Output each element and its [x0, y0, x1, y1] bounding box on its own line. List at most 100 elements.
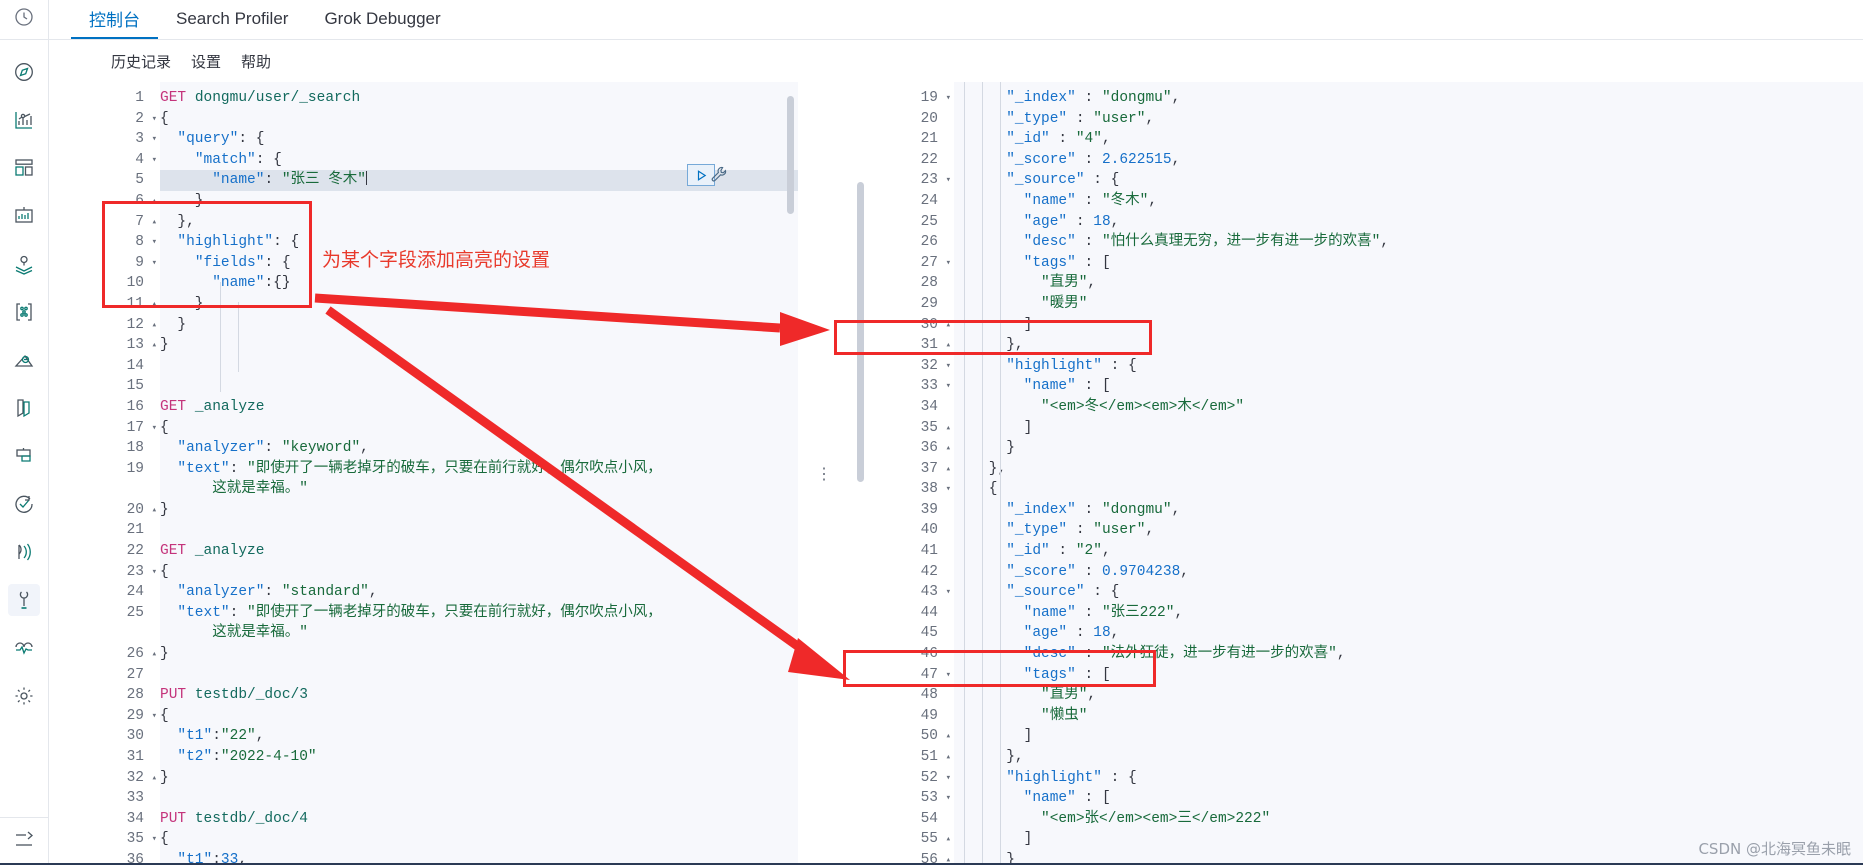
fold-toggle-icon[interactable]: ▾	[152, 150, 157, 171]
code-line[interactable]: {	[954, 479, 1863, 500]
monitoring-icon[interactable]	[8, 632, 40, 664]
fold-toggle-icon[interactable]: ▾	[152, 562, 157, 583]
pane-drag-handle[interactable]: ⋮	[801, 82, 847, 865]
fold-toggle-icon[interactable]: ▴	[946, 438, 951, 459]
code-line[interactable]: "text": "即使开了一辆老掉牙的破车，只要在前行就好，偶尔吹点小风，	[160, 459, 798, 480]
uptime-icon[interactable]	[8, 488, 40, 520]
fold-toggle-icon[interactable]: ▴	[152, 644, 157, 665]
code-line[interactable]: "name" : [	[954, 788, 1863, 809]
maps-icon[interactable]	[8, 248, 40, 280]
response-viewer[interactable]: 19 ▾ 20 21 22 23 ▾ 24 25 26 27 ▾ 28 29 30 ▴ 31 ▴ 32 ▾ 33 ▾ 34 3…	[849, 82, 1863, 865]
code-line[interactable]: PUT testdb/_doc/4	[160, 809, 798, 830]
tab-grok-debugger[interactable]: Grok Debugger	[306, 0, 458, 39]
code-line[interactable]: "tags" : [	[954, 253, 1863, 274]
fold-toggle-icon[interactable]: ▾	[946, 665, 951, 686]
fold-toggle-icon[interactable]: ▾	[946, 788, 951, 809]
fold-toggle-icon[interactable]: ▴	[946, 726, 951, 747]
code-line[interactable]: "desc" : "法外狂徒，进一步有进一步的欢喜",	[954, 644, 1863, 665]
code-line[interactable]	[160, 665, 798, 686]
code-line[interactable]: }	[160, 500, 798, 521]
collapse-icon[interactable]	[13, 828, 35, 855]
fold-toggle-icon[interactable]: ▾	[152, 232, 157, 253]
code-line[interactable]: }	[160, 294, 798, 315]
fold-toggle-icon[interactable]: ▴	[946, 315, 951, 336]
fold-toggle-icon[interactable]: ▾	[946, 582, 951, 603]
fold-toggle-icon[interactable]: ▴	[152, 191, 157, 212]
code-line[interactable]: }	[160, 315, 798, 336]
fold-toggle-icon[interactable]: ▴	[152, 315, 157, 336]
code-line[interactable]: }	[954, 438, 1863, 459]
code-line[interactable]: "_id" : "4",	[954, 129, 1863, 150]
apm-icon[interactable]	[8, 440, 40, 472]
code-line[interactable]: "暖男"	[954, 294, 1863, 315]
code-line[interactable]: },	[954, 335, 1863, 356]
request-editor-code[interactable]: GET dongmu/user/_search{ "query": { "mat…	[160, 82, 798, 865]
code-line[interactable]: GET dongmu/user/_search	[160, 88, 798, 109]
code-line[interactable]: "懒虫"	[954, 706, 1863, 727]
tab-console[interactable]: 控制台	[71, 0, 158, 39]
request-editor[interactable]: 1 2 ▾ 3 ▾ 4 ▾ 5 6 ▴ 7 ▴ 8 ▾ 9 ▾ 10 11 ▴ 12 ▴ 13 ▴ 14 15 16 17 ▾ 18 19…	[98, 82, 798, 865]
fold-toggle-icon[interactable]: ▾	[946, 356, 951, 377]
code-line[interactable]: "name" : [	[954, 376, 1863, 397]
fold-toggle-icon[interactable]: ▴	[946, 418, 951, 439]
code-line[interactable]: "_type" : "user",	[954, 520, 1863, 541]
submenu-item-settings[interactable]: 设置	[191, 51, 221, 72]
fold-toggle-icon[interactable]: ▾	[152, 418, 157, 439]
discover-icon[interactable]	[8, 56, 40, 88]
code-line[interactable]: "name" : "冬木",	[954, 191, 1863, 212]
submenu-item-history[interactable]: 历史记录	[111, 51, 171, 72]
fold-toggle-icon[interactable]: ▾	[152, 109, 157, 130]
console-actions-menu-button[interactable]	[710, 165, 729, 189]
code-line[interactable]: }	[160, 191, 798, 212]
fold-toggle-icon[interactable]: ▾	[152, 829, 157, 850]
fold-toggle-icon[interactable]: ▾	[946, 376, 951, 397]
code-line[interactable]: "text": "即使开了一辆老掉牙的破车，只要在前行就好，偶尔吹点小风，	[160, 603, 798, 624]
fold-toggle-icon[interactable]: ▴	[152, 294, 157, 315]
code-line[interactable]: "tags" : [	[954, 665, 1863, 686]
code-line[interactable]: {	[160, 109, 798, 130]
code-line[interactable]: }	[160, 335, 798, 356]
code-line[interactable]: "query": {	[160, 129, 798, 150]
siem-icon[interactable]	[8, 536, 40, 568]
code-line[interactable]: "_source" : {	[954, 582, 1863, 603]
fold-toggle-icon[interactable]: ▾	[946, 768, 951, 789]
code-line[interactable]: }	[160, 644, 798, 665]
machine-learning-icon[interactable]	[8, 296, 40, 328]
code-line[interactable]: "analyzer": "keyword",	[160, 438, 798, 459]
fold-toggle-icon[interactable]: ▴	[946, 829, 951, 850]
code-line[interactable]: GET _analyze	[160, 541, 798, 562]
code-line[interactable]: "analyzer": "standard",	[160, 582, 798, 603]
code-line[interactable]: "<em>张</em><em>三</em>222"	[954, 809, 1863, 830]
management-icon[interactable]	[8, 680, 40, 712]
code-line[interactable]: "_score" : 2.622515,	[954, 150, 1863, 171]
fold-toggle-icon[interactable]: ▾	[152, 253, 157, 274]
code-line[interactable]: {	[160, 562, 798, 583]
code-line[interactable]: "直男",	[954, 273, 1863, 294]
dashboard-icon[interactable]	[8, 152, 40, 184]
code-line[interactable]: ]	[954, 726, 1863, 747]
code-line[interactable]	[160, 520, 798, 541]
code-line[interactable]	[160, 788, 798, 809]
fold-toggle-icon[interactable]: ▾	[946, 253, 951, 274]
code-line[interactable]: "_source" : {	[954, 170, 1863, 191]
code-line[interactable]: "_type" : "user",	[954, 109, 1863, 130]
fold-toggle-icon[interactable]: ▾	[152, 706, 157, 727]
code-line[interactable]: "highlight" : {	[954, 356, 1863, 377]
code-line[interactable]: 这就是幸福。"	[160, 479, 798, 500]
fold-toggle-icon[interactable]: ▴	[152, 500, 157, 521]
code-line[interactable]	[160, 376, 798, 397]
code-line[interactable]: "highlight" : {	[954, 768, 1863, 789]
fold-toggle-icon[interactable]: ▾	[946, 479, 951, 500]
fold-toggle-icon[interactable]: ▴	[946, 747, 951, 768]
canvas-icon[interactable]	[8, 200, 40, 232]
code-line[interactable]: ]	[954, 418, 1863, 439]
fold-toggle-icon[interactable]: ▴	[152, 212, 157, 233]
submenu-item-help[interactable]: 帮助	[241, 51, 271, 72]
code-line[interactable]: 这就是幸福。"	[160, 623, 798, 644]
logs-icon[interactable]	[8, 392, 40, 424]
code-line[interactable]: "age" : 18,	[954, 623, 1863, 644]
code-line[interactable]: },	[160, 212, 798, 233]
code-line[interactable]	[160, 356, 798, 377]
code-line[interactable]: "<em>冬</em><em>木</em>"	[954, 397, 1863, 418]
code-line[interactable]: "name":{}	[160, 273, 798, 294]
